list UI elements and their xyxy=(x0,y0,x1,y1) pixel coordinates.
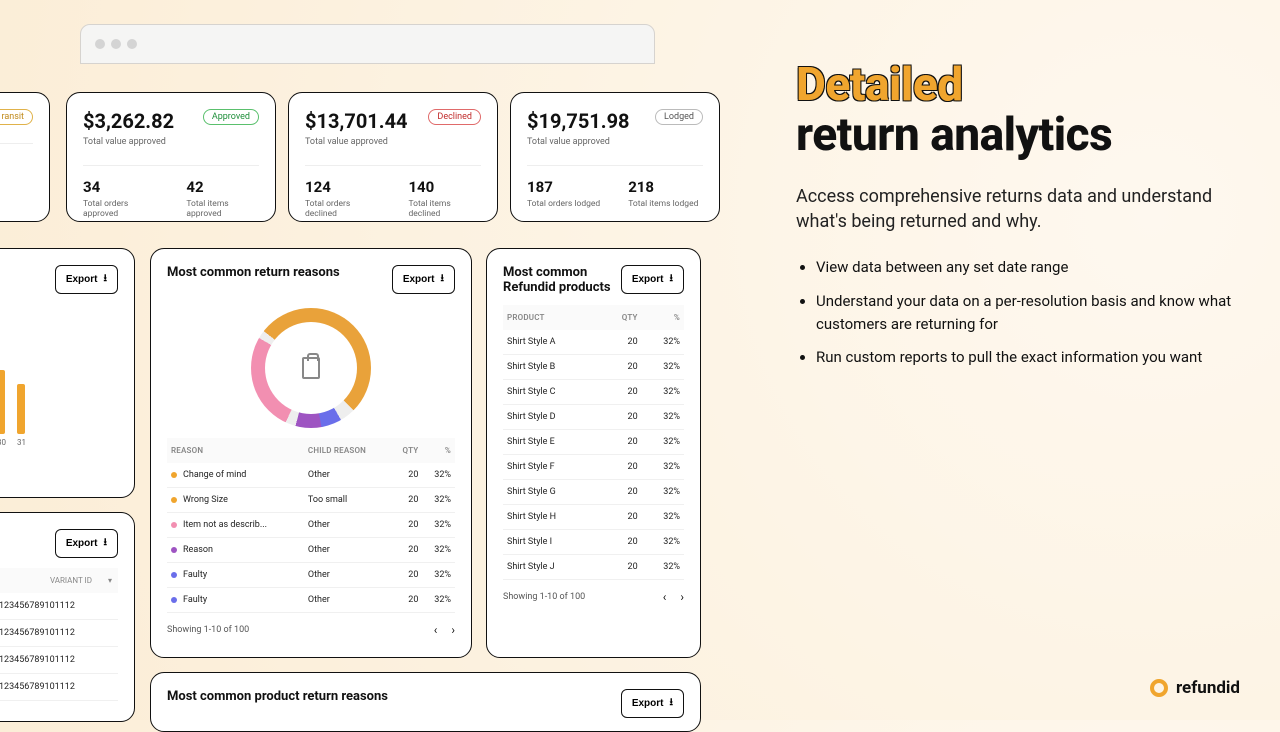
next-page-button[interactable]: › xyxy=(451,623,455,637)
download-icon: ⭳ xyxy=(441,271,445,288)
hero-bullet: Understand your data on a per-resolution… xyxy=(816,290,1236,337)
table-row: Change of mindOther2032% xyxy=(167,463,455,488)
window-dot-icon xyxy=(111,39,121,49)
summary-caption: Total value approved xyxy=(83,137,174,147)
status-badge: Approved xyxy=(203,109,259,125)
download-icon: ⭳ xyxy=(670,271,674,288)
product-return-reasons-card: Most common product return reasons Expor… xyxy=(150,672,701,732)
panel-title: Most common Refundid products xyxy=(503,265,613,295)
table-row: Shirt Style C2032% xyxy=(503,380,684,405)
table-row: 89101112123456789101112 xyxy=(0,647,118,674)
products-card: Most common Refundid products Export ⭳ P… xyxy=(486,248,701,658)
export-button[interactable]: Export ⭳ xyxy=(621,265,684,294)
export-label: Export xyxy=(66,274,98,285)
table-row: 89101112123456789101112 xyxy=(0,620,118,647)
id-table-card: Export ⭳ T ID▾ VARIANT ID▾ 8910111212345… xyxy=(0,512,135,722)
summary-card-approved: $3,262.82 Total value approved Approved … xyxy=(66,92,276,222)
table-row: ReasonOther2032% xyxy=(167,538,455,563)
table-row: 89101112123456789101112 xyxy=(0,674,118,701)
sort-icon: ▾ xyxy=(0,576,34,585)
table-row: 89101112123456789101112 xyxy=(0,593,118,620)
table-row: FaultyOther2032% xyxy=(167,563,455,588)
status-badge: Lodged xyxy=(655,109,703,125)
hero-title-accent: Detailed xyxy=(796,58,1236,112)
summary-card-transit: ransit ransit xyxy=(0,92,50,222)
export-button[interactable]: Export ⭳ xyxy=(55,529,118,558)
summary-value: $19,751.98 xyxy=(527,109,630,133)
window-dot-icon xyxy=(127,39,137,49)
export-button[interactable]: Export ⭳ xyxy=(621,689,684,718)
products-table: PRODUCTQTY% Shirt Style A2032%Shirt Styl… xyxy=(503,305,684,580)
window-dot-icon xyxy=(95,39,105,49)
table-row: Shirt Style G2032% xyxy=(503,480,684,505)
donut-chart xyxy=(251,308,371,428)
summary-value: $3,262.82 xyxy=(83,109,174,133)
clipboard-icon xyxy=(302,357,320,379)
bar-chart xyxy=(0,354,118,434)
hero-subtext: Access comprehensive returns data and un… xyxy=(796,184,1216,234)
prev-page-button[interactable]: ‹ xyxy=(434,623,438,637)
bar xyxy=(0,370,5,434)
table-row: Shirt Style B2032% xyxy=(503,355,684,380)
browser-window-chrome xyxy=(80,24,655,64)
summary-caption: Total value approved xyxy=(527,137,630,147)
panel-title: Most common return reasons xyxy=(167,265,340,280)
table-row: Shirt Style A2032% xyxy=(503,330,684,355)
prev-page-button[interactable]: ‹ xyxy=(663,590,667,604)
export-button[interactable]: Export ⭳ xyxy=(392,265,455,294)
status-badge: ransit xyxy=(0,109,33,125)
bar-chart-card: Export ⭳ 262728293031 xyxy=(0,248,135,498)
export-button[interactable]: Export ⭳ xyxy=(55,265,118,294)
export-label: Export xyxy=(403,274,435,285)
table-row: Shirt Style H2032% xyxy=(503,505,684,530)
hero-title: return analytics xyxy=(796,108,1236,162)
table-row: Shirt Style J2032% xyxy=(503,555,684,580)
download-icon: ⭳ xyxy=(670,695,674,712)
summary-card-declined: $13,701.44 Total value approved Declined… xyxy=(288,92,498,222)
hero-bullets: View data between any set date range Unde… xyxy=(796,256,1236,369)
return-reasons-card: Most common return reasons Export ⭳ REAS… xyxy=(150,248,472,658)
sort-icon: ▾ xyxy=(108,576,112,585)
table-row: Item not as describ...Other2032% xyxy=(167,513,455,538)
summary-value: $13,701.44 xyxy=(305,109,408,133)
paging-text: Showing 1-10 of 100 xyxy=(167,625,249,635)
summary-card-lodged: $19,751.98 Total value approved Lodged 1… xyxy=(510,92,720,222)
hero-bullet: Run custom reports to pull the exact inf… xyxy=(816,346,1236,369)
download-icon: ⭳ xyxy=(104,535,108,552)
export-label: Export xyxy=(632,274,664,285)
brand-logo: refundid xyxy=(1150,678,1240,698)
table-row: Wrong SizeToo small2032% xyxy=(167,488,455,513)
next-page-button[interactable]: › xyxy=(680,590,684,604)
hero-bullet: View data between any set date range xyxy=(816,256,1236,279)
table-row: FaultyOther2032% xyxy=(167,588,455,613)
dashboard-collage: ransit ransit $3,262.82 Total value appr… xyxy=(0,0,760,720)
paging-text: Showing 1-10 of 100 xyxy=(503,592,585,602)
table-row: Shirt Style E2032% xyxy=(503,430,684,455)
x-tick: 31 xyxy=(17,438,25,447)
summary-caption: Total value approved xyxy=(305,137,408,147)
table-row: Shirt Style I2032% xyxy=(503,530,684,555)
brand-name: refundid xyxy=(1176,678,1240,698)
export-label: Export xyxy=(632,698,664,709)
reasons-table: REASONCHILD REASONQTY% Change of mindOth… xyxy=(167,438,455,613)
col-header: VARIANT ID xyxy=(50,576,92,585)
status-badge: Declined xyxy=(428,109,481,125)
table-row: Shirt Style D2032% xyxy=(503,405,684,430)
export-label: Export xyxy=(66,538,98,549)
table-row: Shirt Style F2032% xyxy=(503,455,684,480)
download-icon: ⭳ xyxy=(104,271,108,288)
brand-ring-icon xyxy=(1150,679,1168,697)
bar xyxy=(17,384,25,434)
bar-chart-xaxis: 262728293031 xyxy=(0,438,118,447)
panel-title: Most common product return reasons xyxy=(167,689,388,704)
x-tick: 30 xyxy=(0,438,5,447)
hero-text: Detailed return analytics Access compreh… xyxy=(796,58,1236,379)
